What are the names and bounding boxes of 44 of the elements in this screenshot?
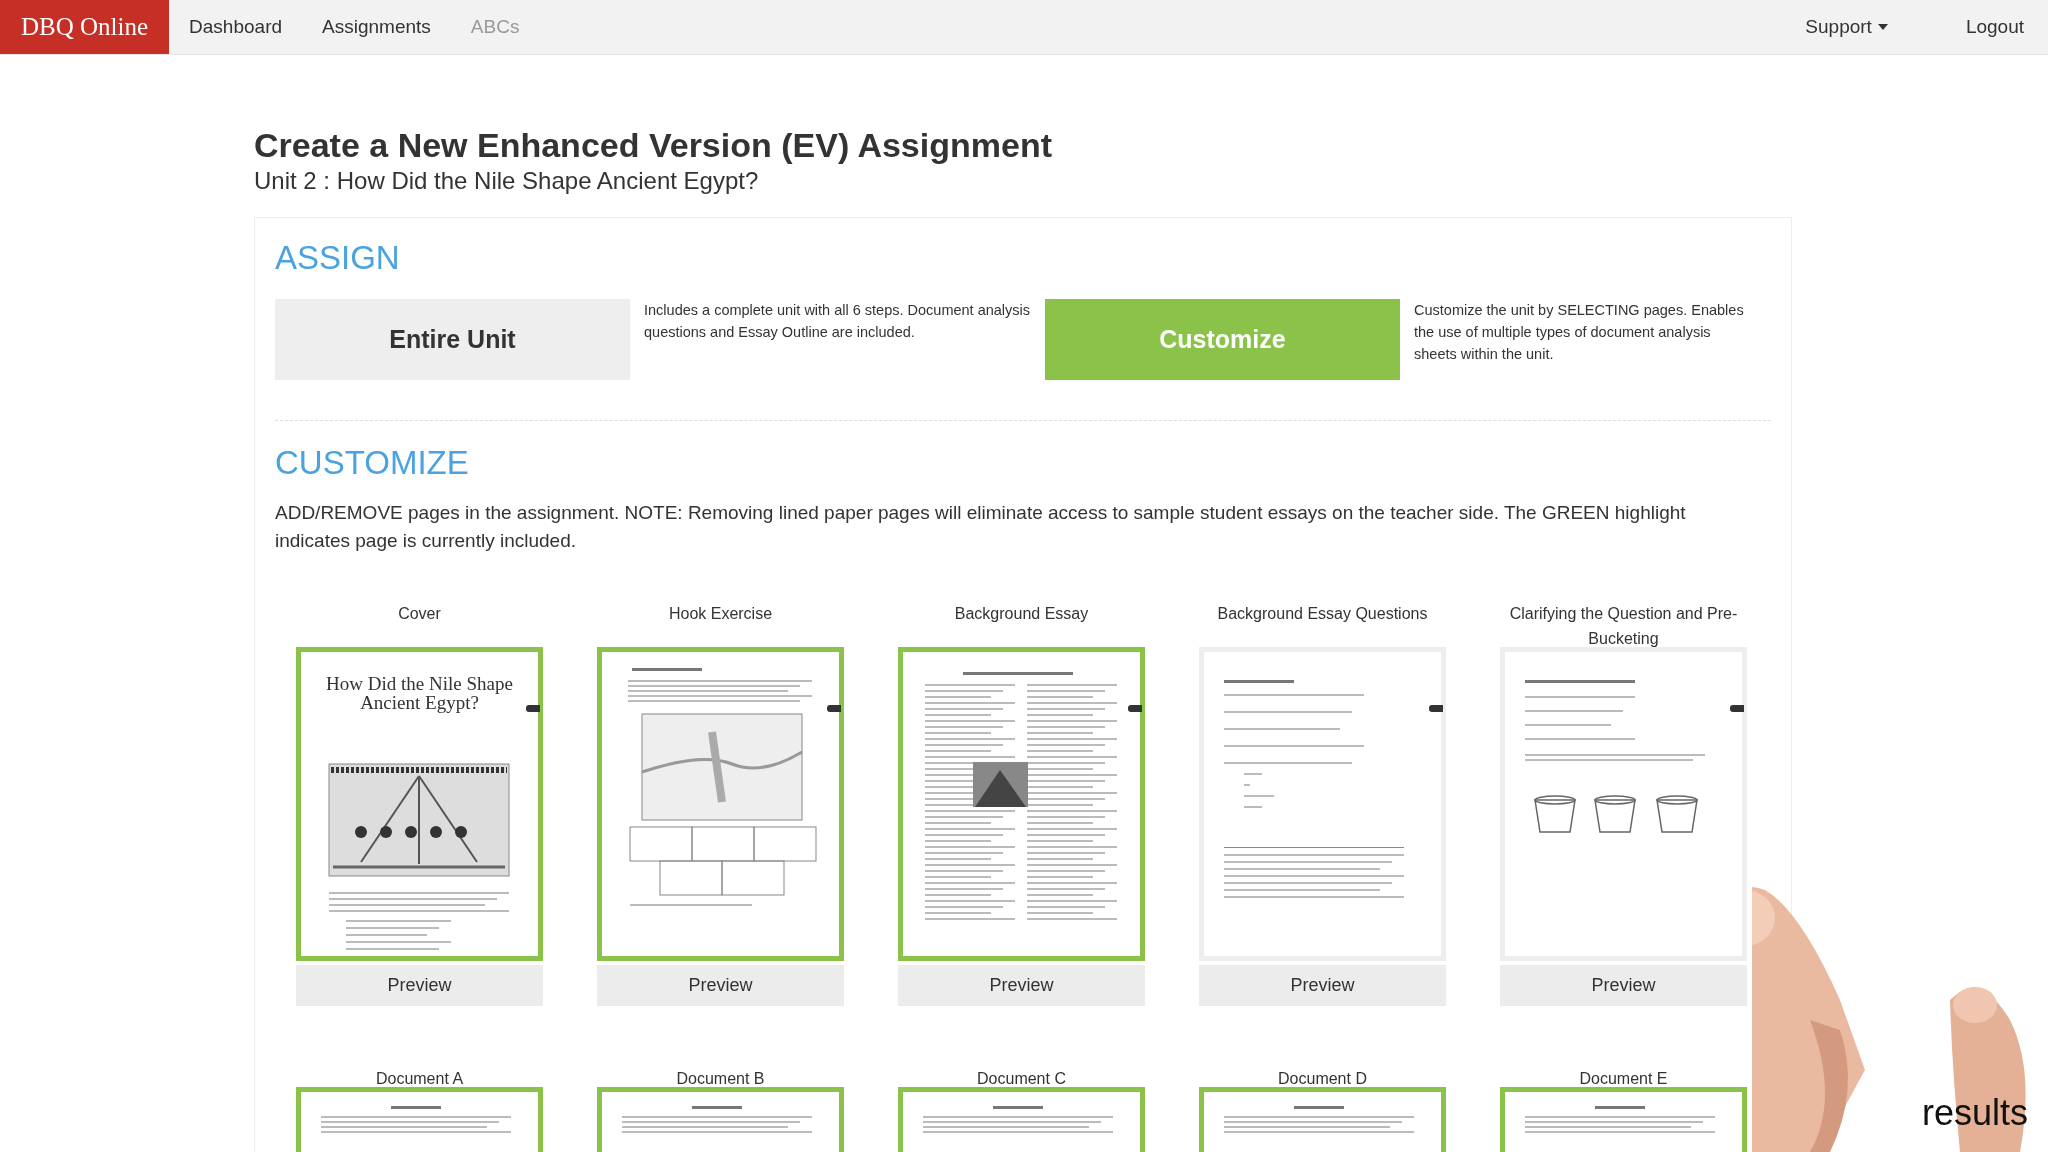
handle-icon[interactable]: [827, 705, 841, 712]
assign-heading: ASSIGN: [275, 238, 401, 278]
page-label: Clarifying the Question and Pre-Bucketing: [1508, 604, 1739, 649]
page-title: Create a New Enhanced Version (EV) Assignment: [254, 125, 1053, 165]
instructions-text: ADD/REMOVE pages in the assignment. NOTE: Removing lined paper pages will eliminate access to sample student essays on the teacher side. The GREEN highlight indicates page is currently included.: [275, 501, 1687, 553]
page-thumbnail[interactable]: [597, 647, 844, 961]
brand-logo[interactable]: DBQ Online: [0, 0, 170, 54]
preview-button[interactable]: Preview: [898, 965, 1145, 1006]
page-label: Cover: [397, 604, 442, 624]
page-label: Document A: [374, 1069, 465, 1089]
page-thumbnail[interactable]: [898, 647, 1145, 961]
handle-icon[interactable]: [526, 705, 540, 712]
page-label: Document E: [1578, 1069, 1669, 1089]
customize-heading: CUSTOMIZE: [275, 443, 470, 483]
page-label: Background Essay: [953, 604, 1090, 624]
preview-button[interactable]: Preview: [1500, 965, 1747, 1006]
page-thumbnail[interactable]: [296, 1087, 543, 1152]
nav-link[interactable]: Dashboard: [169, 0, 303, 54]
logout-link[interactable]: Logout: [1915, 0, 2048, 54]
page-label: Document D: [1277, 1069, 1368, 1089]
nav-link[interactable]: Assignments: [302, 0, 451, 54]
page-thumbnail[interactable]: [1199, 1087, 1446, 1152]
option-description: Includes a complete unit with all 6 steps. Document analysis questions and Essay Outline are included.: [643, 301, 1032, 342]
unit-subtitle: Unit 2 : How Did the Nile Shape Ancient Egypt?: [254, 166, 760, 196]
page-thumbnail[interactable]: [597, 1087, 844, 1152]
assign-option-button[interactable]: Entire Unit: [275, 299, 630, 380]
handle-icon[interactable]: [1730, 705, 1744, 712]
page-thumbnail[interactable]: How Did the Nile Shape Ancient Egypt?: [296, 647, 543, 961]
preview-button[interactable]: Preview: [296, 965, 543, 1006]
preview-button[interactable]: Preview: [597, 965, 844, 1006]
page-thumbnail[interactable]: [1500, 1087, 1747, 1152]
page-label: Background Essay Questions: [1216, 604, 1429, 624]
support-menu[interactable]: Support: [1785, 0, 1916, 54]
page-label: Document C: [976, 1069, 1067, 1089]
page-label: Document B: [675, 1069, 766, 1089]
thumbnail-title: How Did the Nile Shape Ancient Egypt?: [325, 674, 514, 712]
video-caption: results: [1921, 1092, 2028, 1134]
preview-button[interactable]: Preview: [1199, 965, 1446, 1006]
page-label: Hook Exercise: [667, 604, 774, 624]
caret-icon: [1877, 24, 1888, 30]
page-thumbnail[interactable]: [898, 1087, 1145, 1152]
option-description: Customize the unit by SELECTING pages. Enables the use of multiple types of document analysis sheets within the unit.: [1413, 301, 1745, 364]
handle-icon[interactable]: [1429, 705, 1443, 712]
handle-icon[interactable]: [1128, 705, 1142, 712]
